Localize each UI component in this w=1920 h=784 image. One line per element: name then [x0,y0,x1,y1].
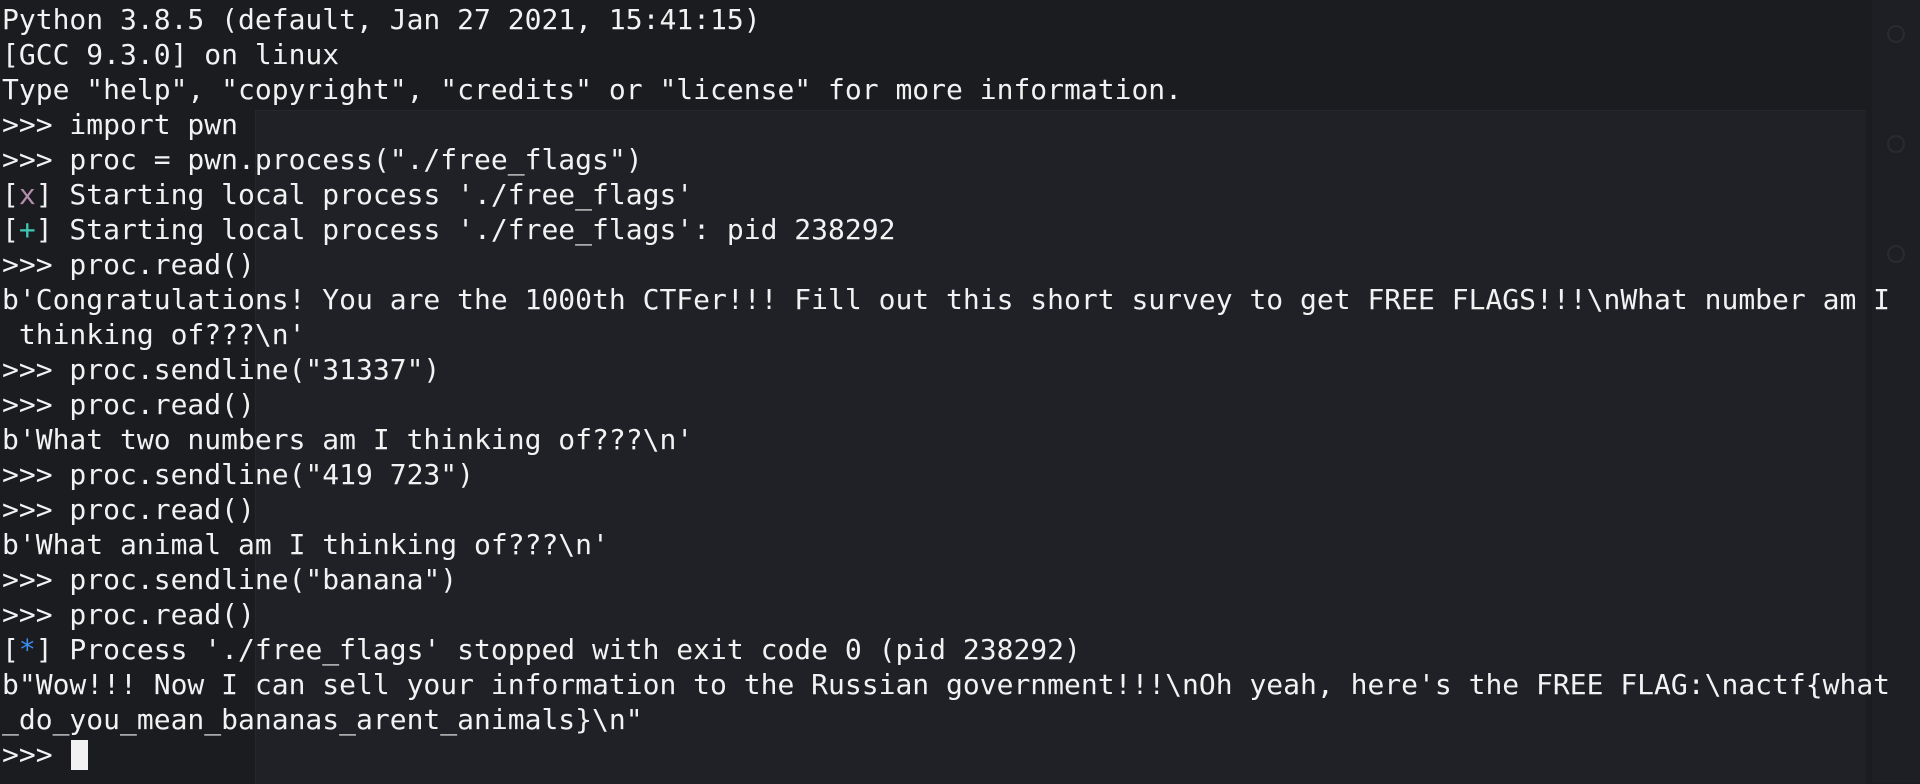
terminal-window[interactable]: Python 3.8.5 (default, Jan 27 2021, 15:4… [0,0,1920,783]
input-line: >>> proc.read() [2,493,255,526]
input-line: >>> import pwn [2,108,239,141]
output-line: Type "help", "copyright", "credits" or "… [2,73,1183,106]
status-mark-x-icon: x [18,178,36,211]
input-line: >>> proc.sendline("banana") [2,563,458,596]
input-line: >>> proc.read() [2,388,255,421]
output-line: _do_you_mean_bananas_arent_animals}\n" [2,703,643,736]
output-line: thinking of???\n' [2,318,306,351]
status-line-started: [+] Starting local process './free_flags… [2,212,1920,247]
input-line: >>> proc.sendline("31337") [2,353,441,386]
bracket-open: [ [2,178,19,211]
bracket-open: [ [2,633,19,666]
bracket-close: ] [35,633,53,666]
input-line: >>> proc = pwn.process("./free_flags") [2,143,643,176]
status-line-starting: [x] Starting local process './free_flags… [2,177,1920,212]
output-line: [GCC 9.3.0] on linux [2,38,340,71]
text-cursor[interactable] [71,740,89,770]
status-mark-plus-icon: + [18,213,36,246]
status-text: Process './free_flags' stopped with exit… [52,633,1081,666]
status-text: Starting local process './free_flags': p… [52,213,896,246]
bracket-close: ] [35,213,53,246]
output-line: Python 3.8.5 (default, Jan 27 2021, 15:4… [2,3,761,36]
output-line: b"Wow!!! Now I can sell your information… [2,668,1891,701]
input-line: >>> proc.read() [2,598,255,631]
bracket-open: [ [2,213,19,246]
status-mark-star-icon: * [18,633,36,666]
output-line: b'What animal am I thinking of???\n' [2,528,609,561]
output-line: b'Congratulations! You are the 1000th CT… [2,283,1891,316]
input-line: >>> proc.read() [2,248,255,281]
status-line-stopped: [*] Process './free_flags' stopped with … [2,632,1920,667]
input-line: >>> proc.sendline("419 723") [2,458,475,491]
bracket-close: ] [35,178,53,211]
status-text: Starting local process './free_flags' [52,178,694,211]
output-line: b'What two numbers am I thinking of???\n… [2,423,694,456]
prompt-line[interactable]: >>> [2,737,1920,772]
prompt: >>> [2,738,70,771]
